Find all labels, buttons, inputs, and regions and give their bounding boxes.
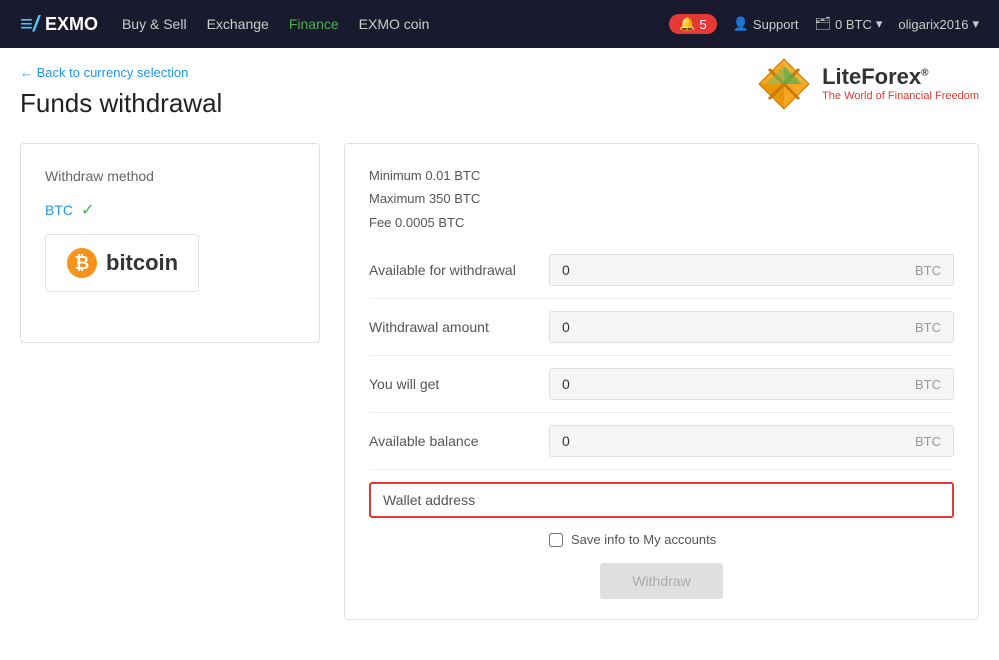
info-minimum: Minimum 0.01 BTC [369,164,954,187]
check-icon: ✓ [81,200,94,220]
available-balance-currency: BTC [915,434,941,449]
method-row: BTC ✓ [45,200,295,220]
withdraw-method-label: Withdraw method [45,168,295,184]
available-balance-row: Available balance 0 BTC [369,425,954,470]
info-maximum: Maximum 350 BTC [369,187,954,210]
nav-right: 🔔 5 👤 Support 🗂 0 BTC ▾ oligarix2016 ▾ [669,14,979,34]
two-col-layout: Withdraw method BTC ✓ ₿ bitcoin Minimum … [20,143,979,620]
you-will-get-row: You will get 0 BTC [369,368,954,413]
save-info-checkbox[interactable] [549,533,563,547]
info-fee: Fee 0.0005 BTC [369,211,954,234]
wallet-address-label: Wallet address [371,484,551,516]
available-withdrawal-currency: BTC [915,263,941,278]
wallet-nav-icon: 🗂 [814,16,831,32]
available-withdrawal-row: Available for withdrawal 0 BTC [369,254,954,299]
nav-user[interactable]: oligarix2016 ▾ [898,16,979,32]
nav-links: Buy & Sell Exchange Finance EXMO coin [122,16,645,32]
available-withdrawal-label: Available for withdrawal [369,262,549,278]
nav-support[interactable]: 👤 Support [733,16,799,32]
right-panel: Minimum 0.01 BTC Maximum 350 BTC Fee 0.0… [344,143,979,620]
withdraw-button[interactable]: Withdraw [600,563,722,599]
logo[interactable]: ≡/ EXMO [20,11,98,37]
liteforex-name: LiteForex® [822,66,979,88]
page-title: Funds withdrawal [20,88,222,119]
left-panel: Withdraw method BTC ✓ ₿ bitcoin [20,143,320,343]
save-info-label[interactable]: Save info to My accounts [571,532,716,547]
withdrawal-amount-currency: BTC [915,320,941,335]
bell-icon: 🔔 [679,16,695,32]
available-balance-value-box: 0 BTC [549,425,954,457]
liteforex-text-block: LiteForex® The World of Financial Freedo… [822,66,979,102]
logo-text: EXMO [45,14,98,35]
notification-count: 5 [700,17,707,32]
notification-button[interactable]: 🔔 5 [669,14,716,34]
title-block: ← Back to currency selection Funds withd… [20,64,222,143]
support-icon: 👤 [733,16,749,32]
liteforex-tagline: The World of Financial Freedom [822,90,979,102]
svg-text:₿: ₿ [75,253,90,273]
nav-balance[interactable]: 🗂 0 BTC ▾ [814,16,882,32]
withdrawal-amount-row: Withdrawal amount 0 BTC [369,311,954,356]
you-will-get-value-box: 0 BTC [549,368,954,400]
you-will-get-currency: BTC [915,377,941,392]
available-withdrawal-value-box: 0 BTC [549,254,954,286]
withdrawal-amount-value-box[interactable]: 0 BTC [549,311,954,343]
nav-buy-sell[interactable]: Buy & Sell [122,16,187,32]
header-row: ← Back to currency selection Funds withd… [20,64,979,143]
you-will-get-value: 0 [562,376,570,392]
bitcoin-logo-box[interactable]: ₿ bitcoin [45,234,199,292]
info-block: Minimum 0.01 BTC Maximum 350 BTC Fee 0.0… [369,164,954,234]
withdrawal-amount-value: 0 [562,319,570,335]
page-content: ← Back to currency selection Funds withd… [0,48,999,660]
balance-chevron-icon: ▾ [876,16,883,32]
save-info-row: Save info to My accounts [369,532,954,547]
bitcoin-svg-icon: ₿ [66,247,98,279]
nav-exchange[interactable]: Exchange [207,16,269,32]
liteforex-diamond-icon [754,54,814,114]
user-chevron-icon: ▾ [972,16,979,32]
back-link[interactable]: ← Back to currency selection [20,65,188,80]
nav-finance[interactable]: Finance [289,16,339,32]
liteforex-logo[interactable]: LiteForex® The World of Financial Freedo… [754,54,979,114]
wallet-address-input[interactable] [551,484,952,516]
bitcoin-label: bitcoin [106,250,178,276]
available-balance-value: 0 [562,433,570,449]
available-balance-label: Available balance [369,433,549,449]
withdrawal-amount-label: Withdrawal amount [369,319,549,335]
navbar: ≡/ EXMO Buy & Sell Exchange Finance EXMO… [0,0,999,48]
you-will-get-label: You will get [369,376,549,392]
selected-method-text: BTC [45,202,73,218]
available-withdrawal-value: 0 [562,262,570,278]
nav-exmo-coin[interactable]: EXMO coin [359,16,430,32]
logo-icon: ≡/ [20,11,39,37]
wallet-address-row: Wallet address [369,482,954,518]
